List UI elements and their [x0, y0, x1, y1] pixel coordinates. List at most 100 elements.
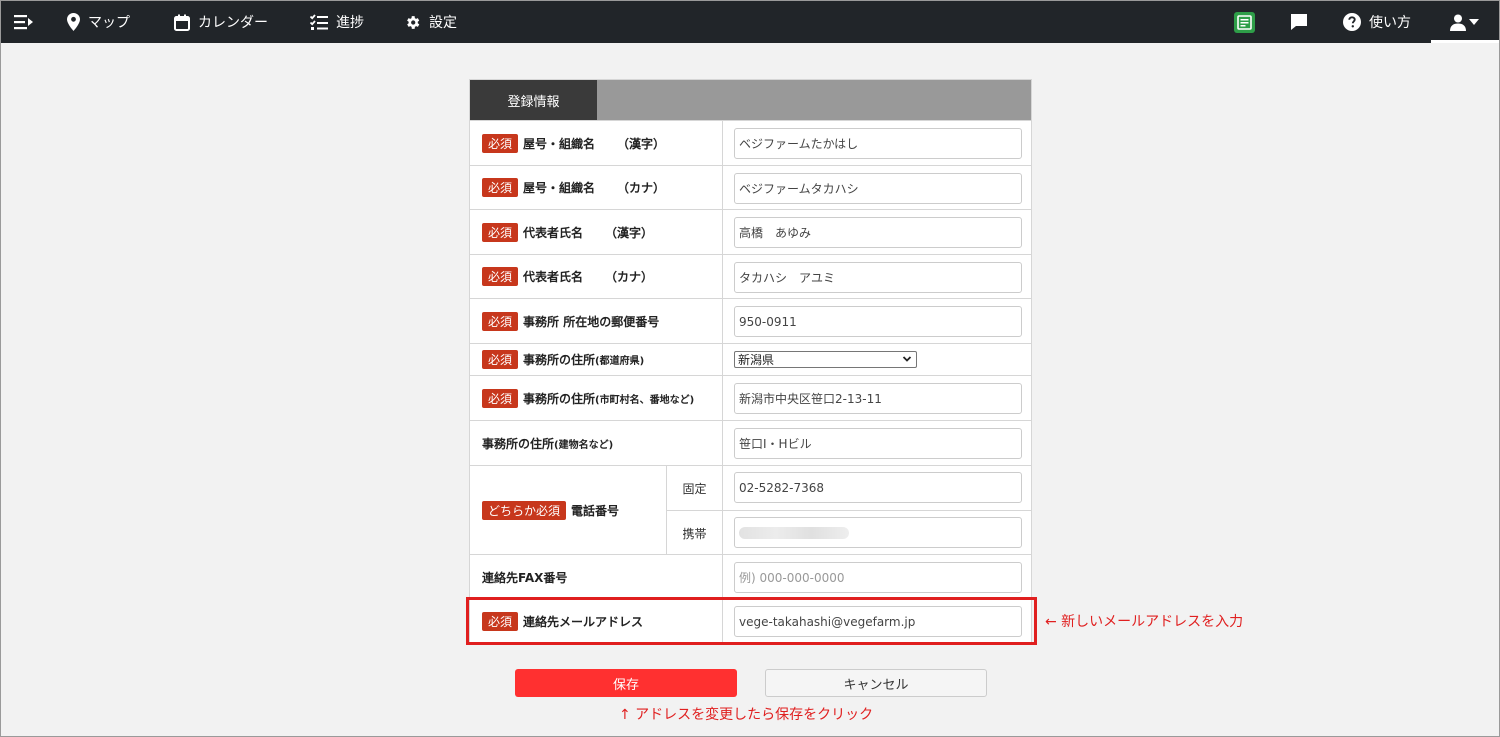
- nav-progress-label: 進捗: [336, 15, 364, 31]
- redacted-value: [739, 527, 849, 539]
- label-text: 連絡先メールアドレス: [523, 615, 644, 629]
- postal-code-input[interactable]: [734, 306, 1022, 337]
- city-address-label: 必須 事務所の住所 (市町村名、番地など): [470, 376, 723, 420]
- nav-settings-label: 設定: [429, 15, 457, 31]
- phone-fixed-label: 固定: [667, 466, 723, 510]
- panel-header: 登録情報: [470, 80, 1031, 120]
- building-label: 事務所の住所 (建物名など): [470, 421, 723, 465]
- registration-panel: 登録情報 必須 屋号・組織名 （漢字） 必須 屋号・組織名 （カナ） 必須 代表…: [469, 79, 1032, 643]
- org-name-kanji-label: 必須 屋号・組織名 （漢字）: [470, 121, 723, 165]
- rep-name-kanji-input[interactable]: [734, 217, 1022, 248]
- required-badge: 必須: [482, 388, 519, 408]
- chat-bubble-icon: [1291, 14, 1307, 30]
- required-badge: 必須: [482, 267, 519, 286]
- rep-name-kana-label: 必須 代表者氏名 （カナ）: [470, 255, 723, 298]
- row-rep-name-kana: 必須 代表者氏名 （カナ）: [470, 254, 1031, 298]
- question-circle-icon: [1343, 13, 1361, 31]
- row-postal-code: 必須 事務所 所在地の郵便番号: [470, 298, 1031, 343]
- nav-map-label: マップ: [88, 15, 130, 31]
- required-badge: 必須: [482, 133, 519, 153]
- org-name-kanji-input[interactable]: [734, 128, 1022, 159]
- nav-progress[interactable]: 進捗: [310, 1, 364, 43]
- menu-arrow-icon: [14, 15, 33, 30]
- phone-label: どちらか必須 電話番号: [470, 466, 667, 554]
- label-small: (都道府県): [595, 356, 645, 367]
- tab-registration-info[interactable]: 登録情報: [470, 80, 597, 120]
- either-required-badge: どちらか必須: [482, 500, 567, 520]
- phone-mobile-input[interactable]: [734, 517, 1022, 548]
- label-suffix: （漢字）: [605, 225, 654, 240]
- label-text: 事務所の住所: [482, 436, 555, 451]
- label-suffix: （カナ）: [617, 181, 666, 195]
- nav-help[interactable]: 使い方: [1343, 1, 1411, 43]
- label-small: (建物名など): [554, 439, 614, 451]
- city-address-input[interactable]: [734, 383, 1022, 414]
- label-suffix: （カナ）: [605, 270, 654, 284]
- save-button[interactable]: 保存: [515, 669, 737, 697]
- user-icon: [1450, 14, 1466, 31]
- nav-map[interactable]: マップ: [67, 1, 130, 43]
- save-annotation: ↑ アドレスを変更したら保存をクリック: [619, 707, 874, 723]
- row-prefecture: 必須 事務所の住所 (都道府県) 新潟県: [470, 343, 1031, 375]
- postal-code-label: 必須 事務所 所在地の郵便番号: [470, 299, 723, 343]
- row-city-address: 必須 事務所の住所 (市町村名、番地など): [470, 375, 1031, 420]
- nav-user-menu[interactable]: [1450, 1, 1479, 43]
- prefecture-select[interactable]: 新潟県: [734, 351, 917, 368]
- nav-settings[interactable]: 設定: [404, 1, 457, 43]
- nav-calendar-label: カレンダー: [198, 15, 268, 31]
- nav-calendar[interactable]: カレンダー: [174, 1, 268, 43]
- building-input[interactable]: [734, 428, 1022, 459]
- calendar-icon: [174, 14, 190, 31]
- prefecture-selected-value: 新潟県: [738, 353, 775, 367]
- cancel-button[interactable]: キャンセル: [765, 669, 987, 697]
- active-menu-indicator: [1431, 40, 1499, 43]
- label-text: 代表者氏名: [523, 225, 584, 240]
- menu-toggle-button[interactable]: [14, 1, 34, 43]
- map-pin-icon: [67, 13, 80, 31]
- label-text: 電話番号: [571, 503, 620, 518]
- row-email: 必須 連絡先メールアドレス: [470, 599, 1031, 643]
- row-fax: 連絡先FAX番号: [470, 554, 1031, 599]
- email-label: 必須 連絡先メールアドレス: [470, 600, 723, 643]
- phone-mobile-label: 携帯: [667, 510, 723, 555]
- caret-down-icon: [1469, 19, 1479, 25]
- label-text: 屋号・組織名: [523, 181, 596, 195]
- label-suffix: （漢字）: [617, 136, 666, 151]
- phone-divider: [723, 510, 1031, 511]
- email-annotation: ← 新しいメールアドレスを入力: [1045, 614, 1244, 630]
- label-text: 屋号・組織名: [523, 136, 596, 151]
- label-text: 連絡先FAX番号: [482, 570, 568, 585]
- rep-name-kanji-label: 必須 代表者氏名 （漢字）: [470, 210, 723, 254]
- required-badge: 必須: [482, 350, 519, 369]
- label-text: 事務所の住所: [523, 391, 596, 406]
- checklist-icon: [310, 13, 328, 30]
- required-badge: 必須: [482, 612, 519, 631]
- nav-book-button[interactable]: [1234, 1, 1255, 43]
- label-text: 事務所の住所: [523, 353, 596, 367]
- required-badge: 必須: [482, 311, 519, 331]
- row-org-name-kana: 必須 屋号・組織名 （カナ）: [470, 165, 1031, 209]
- nav-messages-button[interactable]: [1290, 1, 1308, 43]
- label-text: 代表者氏名: [523, 270, 584, 284]
- org-name-kana-input[interactable]: [734, 173, 1022, 204]
- org-name-kana-label: 必須 屋号・組織名 （カナ）: [470, 166, 723, 209]
- book-icon: [1234, 11, 1255, 33]
- rep-name-kana-input[interactable]: [734, 262, 1022, 293]
- top-navigation-bar: マップ カレンダー 進捗 設定 使い方: [1, 1, 1499, 43]
- prefecture-label: 必須 事務所の住所 (都道府県): [470, 344, 723, 375]
- label-small: (市町村名、番地など): [595, 394, 695, 406]
- row-phone: どちらか必須 電話番号 固定 携帯: [470, 465, 1031, 555]
- required-badge: 必須: [482, 178, 519, 197]
- phone-fixed-input[interactable]: [734, 472, 1022, 503]
- fax-input[interactable]: [734, 562, 1022, 593]
- gear-icon: [407, 15, 420, 29]
- row-rep-name-kanji: 必須 代表者氏名 （漢字）: [470, 209, 1031, 254]
- required-badge: 必須: [482, 222, 519, 242]
- label-text: 事務所 所在地の郵便番号: [523, 314, 660, 329]
- chevron-down-icon: [902, 356, 912, 362]
- nav-help-label: 使い方: [1369, 15, 1411, 31]
- email-input[interactable]: [734, 606, 1022, 637]
- row-building: 事務所の住所 (建物名など): [470, 420, 1031, 465]
- fax-label: 連絡先FAX番号: [470, 555, 723, 599]
- row-org-name-kanji: 必須 屋号・組織名 （漢字）: [470, 120, 1031, 165]
